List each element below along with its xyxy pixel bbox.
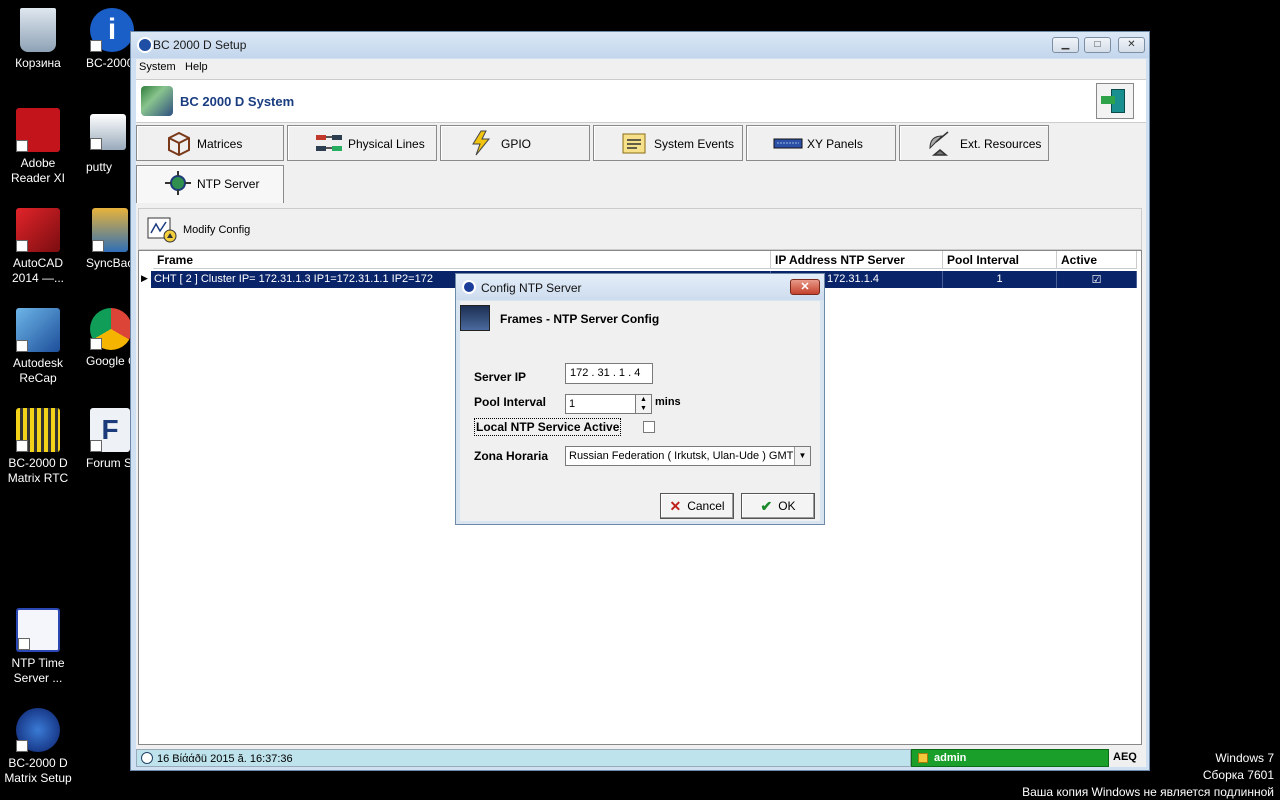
column-header-frame[interactable]: Frame <box>153 251 771 269</box>
exit-button[interactable] <box>1096 83 1134 119</box>
cancel-button[interactable]: ✕ Cancel <box>660 493 734 519</box>
chevron-down-icon[interactable]: ▼ <box>794 447 810 465</box>
local-ntp-checkbox[interactable] <box>643 421 655 433</box>
tab-matrices[interactable]: Matrices <box>136 125 284 161</box>
matrices-icon <box>163 130 193 157</box>
dialog-titlebar[interactable]: Config NTP Server ✕ <box>456 274 824 300</box>
ok-button[interactable]: ✔ OK <box>741 493 815 519</box>
forum-icon: F <box>90 408 130 452</box>
maximize-button[interactable]: □ <box>1084 37 1111 53</box>
ok-check-icon: ✔ <box>760 497 773 514</box>
dialog-close-button[interactable]: ✕ <box>790 279 820 295</box>
ntp-time-server-icon <box>16 608 60 652</box>
syncback-icon <box>92 208 128 252</box>
config-ntp-dialog: Config NTP Server ✕ Frames - NTP Server … <box>455 273 825 525</box>
xy-panels-icon <box>773 130 803 156</box>
menu-bar: System Help <box>136 59 1146 77</box>
menu-help[interactable]: Help <box>182 59 211 75</box>
satellite-dish-icon <box>926 130 956 156</box>
zona-horaria-label: Zona Horaria <box>474 449 549 463</box>
cancel-x-icon: ✕ <box>669 497 682 514</box>
mins-label: mins <box>655 396 681 408</box>
chrome-icon <box>90 308 132 350</box>
putty-icon <box>90 114 126 150</box>
system-header: BC 2000 D System <box>136 79 1146 123</box>
clock-icon <box>141 752 153 764</box>
close-button[interactable]: ✕ <box>1118 37 1145 53</box>
physical-lines-icon <box>314 130 344 156</box>
desktop-icon-forum[interactable]: F Forum Se <box>64 408 140 471</box>
dialog-title: Config NTP Server <box>481 281 582 295</box>
dialog-heading: Frames - NTP Server Config <box>500 312 660 326</box>
gpio-icon <box>467 130 497 156</box>
column-header-pool-interval[interactable]: Pool Interval <box>943 251 1057 269</box>
autocad-icon <box>16 208 60 252</box>
minimize-button[interactable]: ▁ <box>1052 37 1079 53</box>
timezone-select[interactable]: Russian Federation ( Irkutsk, Ulan-Ude )… <box>565 446 811 466</box>
app-icon <box>137 37 153 53</box>
tab-physical-lines[interactable]: Physical Lines <box>287 125 437 161</box>
ntp-frame-icon <box>460 305 490 331</box>
adobe-reader-icon <box>16 108 60 152</box>
column-header-active[interactable]: Active <box>1057 251 1137 269</box>
status-brand: AEQ <box>1113 751 1137 763</box>
cell-active[interactable]: ☑ <box>1057 271 1137 288</box>
matrix-rtc-icon <box>16 408 60 452</box>
pool-interval-label: Pool Interval <box>474 395 547 409</box>
dialog-body: Frames - NTP Server Config Server IP 172… <box>460 301 820 521</box>
desktop-icon-bc2000-matrix-setup[interactable]: BC-2000 D Matrix Setup <box>0 708 76 786</box>
tab-xy-panels[interactable]: XY Panels <box>746 125 896 161</box>
matrix-setup-icon <box>16 708 60 752</box>
local-ntp-label[interactable]: Local NTP Service Active <box>474 418 622 436</box>
windows-watermark-line3: Ваша копия Windows не является подлинной <box>1022 785 1274 799</box>
autodesk-recap-icon <box>16 308 60 352</box>
tab-ntp-server[interactable]: NTP Server <box>136 165 284 203</box>
window-titlebar[interactable]: BC 2000 D Setup ▁ □ ✕ <box>131 32 1149 58</box>
system-title: BC 2000 D System <box>180 94 295 109</box>
server-ip-input[interactable]: 172 . 31 . 1 . 4 <box>565 363 653 384</box>
dialog-app-icon <box>462 280 476 294</box>
status-user: admin <box>911 749 1109 767</box>
menu-system[interactable]: System <box>136 59 179 75</box>
column-header-ip[interactable]: IP Address NTP Server <box>771 251 943 269</box>
modify-config-icon <box>147 217 177 243</box>
pool-interval-stepper[interactable]: 1 ▲ ▼ <box>565 394 652 414</box>
spin-arrows-icon[interactable]: ▲ ▼ <box>635 395 651 413</box>
info-icon: i <box>90 8 134 52</box>
desktop-icon-bc2000-status[interactable]: i BC-2000 Status In <box>64 8 140 71</box>
exit-arrow-icon <box>1101 96 1115 104</box>
system-logo-icon <box>141 86 173 116</box>
row-indicator-icon: ▶ <box>141 273 148 283</box>
desktop-icon-google-chrome[interactable]: Google Chrom <box>64 308 140 369</box>
windows-watermark-line2: Сборка 7601 <box>1202 768 1274 782</box>
tab-gpio[interactable]: GPIO <box>440 125 590 161</box>
ntp-server-icon <box>163 170 193 196</box>
tab-system-events[interactable]: System Events <box>593 125 743 161</box>
desktop-icon-putty[interactable]: putty <box>64 108 140 175</box>
status-datetime: 16 Βίάάðü 2015 ă. 16:37:36 <box>136 749 911 767</box>
lock-icon <box>918 753 928 763</box>
desktop-icon-ntp-time-server[interactable]: NTP Time Server ... <box>0 608 76 686</box>
windows-watermark-line1: Windows 7 <box>1215 751 1274 765</box>
modify-config-button[interactable]: Modify Config <box>147 217 250 243</box>
tab-ext-resources[interactable]: Ext. Resources <box>899 125 1049 161</box>
status-bar: 16 Βίάάðü 2015 ă. 16:37:36 admin AEQ <box>136 749 1146 767</box>
system-events-icon <box>620 130 650 156</box>
desktop-icon-syncback[interactable]: SyncBac <box>64 208 140 271</box>
window-title: BC 2000 D Setup <box>153 38 247 52</box>
cell-pool-interval[interactable]: 1 <box>943 271 1057 288</box>
recycle-bin-icon <box>20 8 56 52</box>
toolbar: Modify Config <box>138 208 1142 250</box>
server-ip-label: Server IP <box>474 370 527 384</box>
